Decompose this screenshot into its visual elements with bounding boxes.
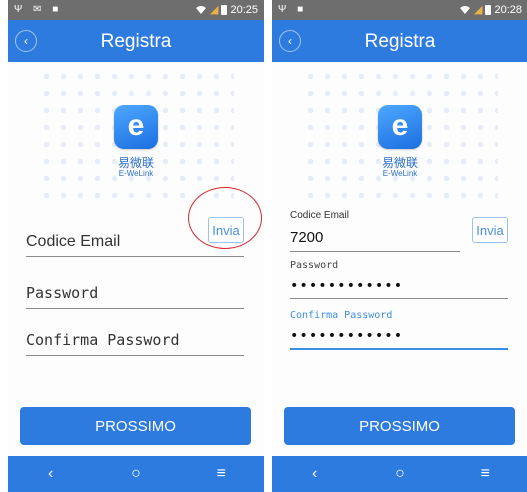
app-bar: ‹ Registra — [272, 20, 527, 62]
password-value: •••••••••••• — [290, 278, 404, 294]
confirm-password-field[interactable]: Confirma Password •••••••••••• — [290, 310, 508, 354]
screen-before: Ψ ✉ ■ ◢ 20:25 ‹ Registra e 易微联 E-WeLink … — [8, 0, 264, 492]
confirm-password-label: Confirma Password — [290, 310, 393, 321]
notification-icons: Ψ ✉ ■ — [14, 4, 63, 15]
signal-icon: ◢ — [210, 4, 219, 16]
email-code-label: Codice Email — [290, 210, 349, 221]
nav-home-icon[interactable]: ○ — [380, 465, 420, 483]
nav-menu-icon[interactable]: ≡ — [201, 465, 241, 483]
email-code-placeholder: Codice Email — [26, 233, 121, 250]
battery-icon — [221, 4, 228, 15]
wifi-icon — [196, 5, 206, 14]
next-button[interactable]: PROSSIMO — [20, 407, 251, 445]
register-form: e 易微联 E-WeLink Codice Email 7200 Invia P… — [272, 62, 527, 456]
next-button[interactable]: PROSSIMO — [284, 407, 515, 445]
password-placeholder: Password — [26, 284, 99, 302]
nav-bar: ‹ ○ ≡ — [8, 456, 264, 492]
confirm-password-field[interactable]: Confirma Password — [26, 329, 244, 357]
notification-icons: Ψ ■ — [278, 4, 308, 15]
signal-icon: ◢ — [474, 4, 483, 16]
highlight-circle — [188, 187, 262, 249]
screen-after: Ψ ■ ◢ 20:28 ‹ Registra e 易微联 E-WeLink Co… — [272, 0, 527, 492]
password-label: Password — [290, 260, 339, 271]
battery-icon — [485, 4, 492, 15]
page-title: Registra — [364, 31, 436, 52]
app-bar: ‹ Registra — [8, 20, 264, 62]
password-field[interactable]: Password •••••••••••• — [290, 260, 508, 304]
nav-bar: ‹ ○ ≡ — [272, 456, 527, 492]
brand-name-en: E-WeLink — [382, 169, 418, 178]
e-welink-logo-icon: e — [114, 105, 158, 149]
status-time: 20:25 — [230, 3, 258, 16]
email-code-value: 7200 — [290, 229, 324, 246]
email-code-field[interactable]: Codice Email 7200 — [290, 210, 460, 256]
confirm-password-placeholder: Confirma Password — [26, 331, 180, 349]
nav-back-icon[interactable]: ‹ — [295, 465, 335, 483]
status-bar: Ψ ✉ ■ ◢ 20:25 — [8, 0, 264, 20]
wifi-icon — [460, 5, 470, 14]
confirm-password-value: •••••••••••• — [290, 328, 404, 344]
page-title: Registra — [100, 31, 172, 52]
e-welink-logo-icon: e — [378, 105, 422, 149]
status-time: 20:28 — [494, 3, 522, 16]
password-field[interactable]: Password — [26, 282, 244, 310]
nav-menu-icon[interactable]: ≡ — [465, 465, 505, 483]
brand-name-en: E-WeLink — [118, 169, 154, 178]
send-code-button[interactable]: Invia — [472, 217, 508, 243]
nav-back-icon[interactable]: ‹ — [31, 465, 71, 483]
nav-home-icon[interactable]: ○ — [116, 465, 156, 483]
register-form: e 易微联 E-WeLink Codice Email Invia Passwo… — [8, 62, 264, 456]
status-bar: Ψ ■ ◢ 20:28 — [272, 0, 527, 20]
